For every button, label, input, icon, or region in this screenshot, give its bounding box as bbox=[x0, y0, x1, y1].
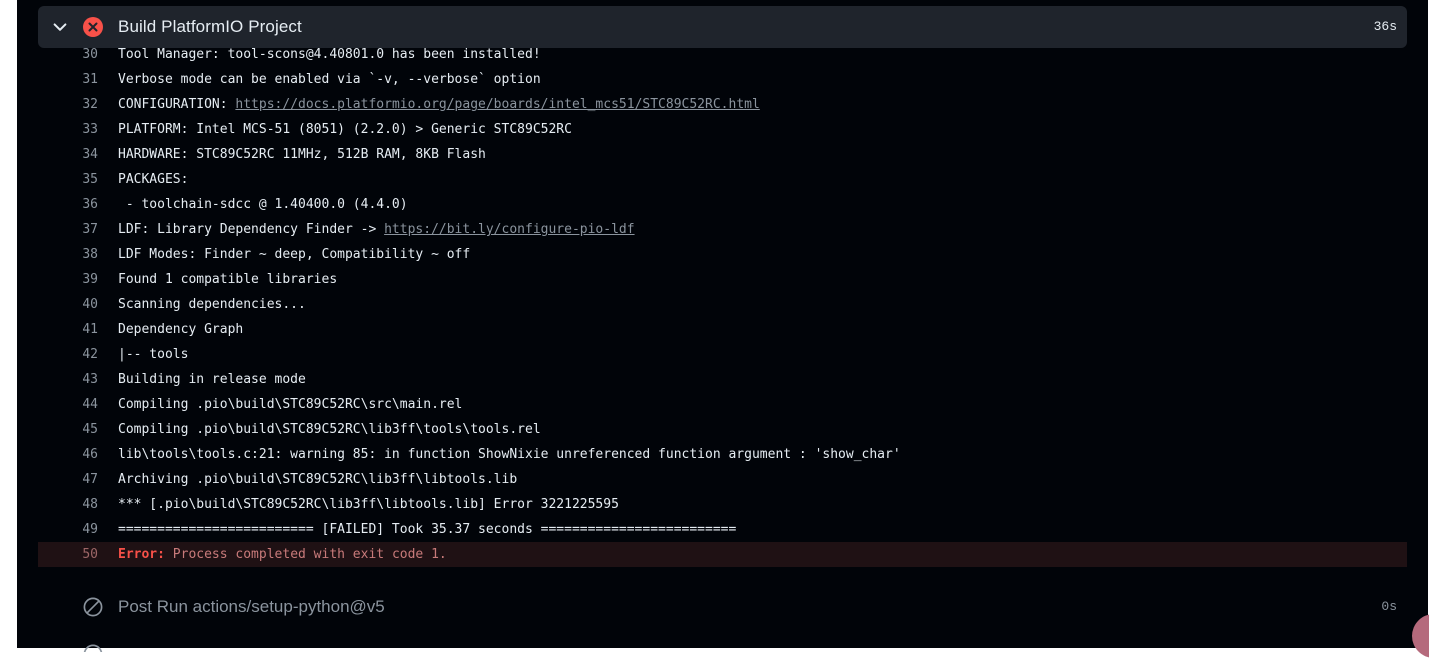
log-line: 30 Tool Manager: tool-scons@4.40801.0 has… bbox=[38, 42, 1407, 67]
log-text: LDF Modes: Finder ~ deep, Compatibility … bbox=[118, 247, 471, 262]
log-text: *** [.pio\build\STC89C52RC\lib3ff\libtoo… bbox=[118, 497, 619, 512]
post-step-duration: 0s bbox=[1381, 599, 1397, 614]
line-number[interactable]: 38 bbox=[38, 242, 98, 267]
line-number[interactable]: 32 bbox=[38, 92, 98, 117]
line-number[interactable]: 35 bbox=[38, 167, 98, 192]
error-label: Error: bbox=[118, 547, 165, 562]
line-number[interactable]: 45 bbox=[38, 417, 98, 442]
log-line: 39 Found 1 compatible libraries bbox=[38, 267, 1407, 292]
log-output: 30 Tool Manager: tool-scons@4.40801.0 has… bbox=[38, 42, 1407, 567]
line-number[interactable]: 48 bbox=[38, 492, 98, 517]
x-circle-fill-icon bbox=[83, 17, 103, 37]
log-link[interactable]: https://bit.ly/configure-pio-ldf bbox=[384, 222, 634, 237]
log-line: 35 PACKAGES: bbox=[38, 167, 1407, 192]
log-text: Dependency Graph bbox=[118, 322, 244, 337]
log-text: Compiling .pio\build\STC89C52RC\src\main… bbox=[118, 397, 463, 412]
line-number[interactable]: 37 bbox=[38, 217, 98, 242]
log-line: 33 PLATFORM: Intel MCS-51 (8051) (2.2.0) … bbox=[38, 117, 1407, 142]
log-text: lib\tools\tools.c:21: warning 85: in fun… bbox=[118, 447, 901, 462]
step-header-post-run-setup-python[interactable]: Post Run actions/setup-python@v5 0s bbox=[38, 588, 1407, 626]
log-line: 34 HARDWARE: STC89C52RC 11MHz, 512B RAM, … bbox=[38, 142, 1407, 167]
log-line: 37 LDF: Library Dependency Finder -> http… bbox=[38, 217, 1407, 242]
skip-circle-icon bbox=[83, 597, 103, 617]
line-number[interactable]: 43 bbox=[38, 367, 98, 392]
log-text: PACKAGES: bbox=[118, 172, 189, 187]
line-number[interactable]: 36 bbox=[38, 192, 98, 217]
line-number[interactable]: 34 bbox=[38, 142, 98, 167]
error-message: Process completed with exit code 1. bbox=[164, 547, 447, 562]
log-line: 40 Scanning dependencies... bbox=[38, 292, 1407, 317]
line-number[interactable]: 31 bbox=[38, 67, 98, 92]
log-text: Compiling .pio\build\STC89C52RC\lib3ff\t… bbox=[118, 422, 541, 437]
log-text-prefix: LDF: Library Dependency Finder -> bbox=[118, 222, 385, 237]
line-number[interactable]: 30 bbox=[38, 42, 98, 67]
log-text: PLATFORM: Intel MCS-51 (8051) (2.2.0) > … bbox=[118, 122, 572, 137]
log-text: CONFIGURATION: https://docs.platformio.o… bbox=[118, 92, 760, 117]
line-number[interactable]: 44 bbox=[38, 392, 98, 417]
log-text: Tool Manager: tool-scons@4.40801.0 has b… bbox=[118, 47, 541, 62]
log-text: ========================= [FAILED] Took … bbox=[118, 522, 737, 537]
log-text: Archiving .pio\build\STC89C52RC\lib3ff\l… bbox=[118, 472, 518, 487]
log-link[interactable]: https://docs.platformio.org/page/boards/… bbox=[235, 97, 759, 112]
line-number[interactable]: 50 bbox=[38, 542, 98, 567]
line-number[interactable]: 39 bbox=[38, 267, 98, 292]
log-text: |-- tools bbox=[118, 347, 189, 362]
log-line: 47 Archiving .pio\build\STC89C52RC\lib3ff… bbox=[38, 467, 1407, 492]
log-line: 32 CONFIGURATION: https://docs.platformio… bbox=[38, 92, 1407, 117]
line-number[interactable]: 47 bbox=[38, 467, 98, 492]
log-line: 31 Verbose mode can be enabled via `-v, -… bbox=[38, 67, 1407, 92]
log-line: 36 - toolchain-sdcc @ 1.40400.0 (4.4.0) bbox=[38, 192, 1407, 217]
line-number[interactable]: 41 bbox=[38, 317, 98, 342]
log-line: 43 Building in release mode bbox=[38, 367, 1407, 392]
log-line: 42 |-- tools bbox=[38, 342, 1407, 367]
log-line: 45 Compiling .pio\build\STC89C52RC\lib3ff… bbox=[38, 417, 1407, 442]
step-title: Build PlatformIO Project bbox=[118, 17, 302, 36]
line-number[interactable]: 40 bbox=[38, 292, 98, 317]
log-text: LDF: Library Dependency Finder -> https:… bbox=[118, 217, 635, 242]
log-line: 44 Compiling .pio\build\STC89C52RC\src\ma… bbox=[38, 392, 1407, 417]
log-text: Verbose mode can be enabled via `-v, --v… bbox=[118, 72, 541, 87]
chevron-down-icon[interactable] bbox=[51, 18, 69, 36]
log-text-prefix: CONFIGURATION: bbox=[118, 97, 236, 112]
log-text: Found 1 compatible libraries bbox=[118, 272, 338, 287]
log-text: - toolchain-sdcc @ 1.40400.0 (4.4.0) bbox=[118, 197, 408, 212]
log-line: 41 Dependency Graph bbox=[38, 317, 1407, 342]
post-step-title: Post Run actions/setup-python@v5 bbox=[118, 597, 385, 616]
line-number[interactable]: 42 bbox=[38, 342, 98, 367]
log-text: HARDWARE: STC89C52RC 11MHz, 512B RAM, 8K… bbox=[118, 147, 486, 162]
next-step-skip-circle-icon bbox=[83, 644, 103, 652]
line-number[interactable]: 46 bbox=[38, 442, 98, 467]
log-line-error: 50 Error: Process completed with exit cod… bbox=[38, 542, 1407, 567]
log-text: Error: Process completed with exit code … bbox=[118, 542, 447, 567]
log-text: Building in release mode bbox=[118, 372, 306, 387]
log-text: Scanning dependencies... bbox=[118, 297, 306, 312]
step-duration: 36s bbox=[1373, 19, 1397, 34]
log-line: 48 *** [.pio\build\STC89C52RC\lib3ff\libt… bbox=[38, 492, 1407, 517]
job-log-panel: Build PlatformIO Project 36s 30 Tool Mana… bbox=[17, 0, 1428, 652]
line-number[interactable]: 49 bbox=[38, 517, 98, 542]
line-number[interactable]: 33 bbox=[38, 117, 98, 142]
log-line: 46 lib\tools\tools.c:21: warning 85: in f… bbox=[38, 442, 1407, 467]
log-line: 49 ========================= [FAILED] Too… bbox=[38, 517, 1407, 542]
log-line: 38 LDF Modes: Finder ~ deep, Compatibilit… bbox=[38, 242, 1407, 267]
